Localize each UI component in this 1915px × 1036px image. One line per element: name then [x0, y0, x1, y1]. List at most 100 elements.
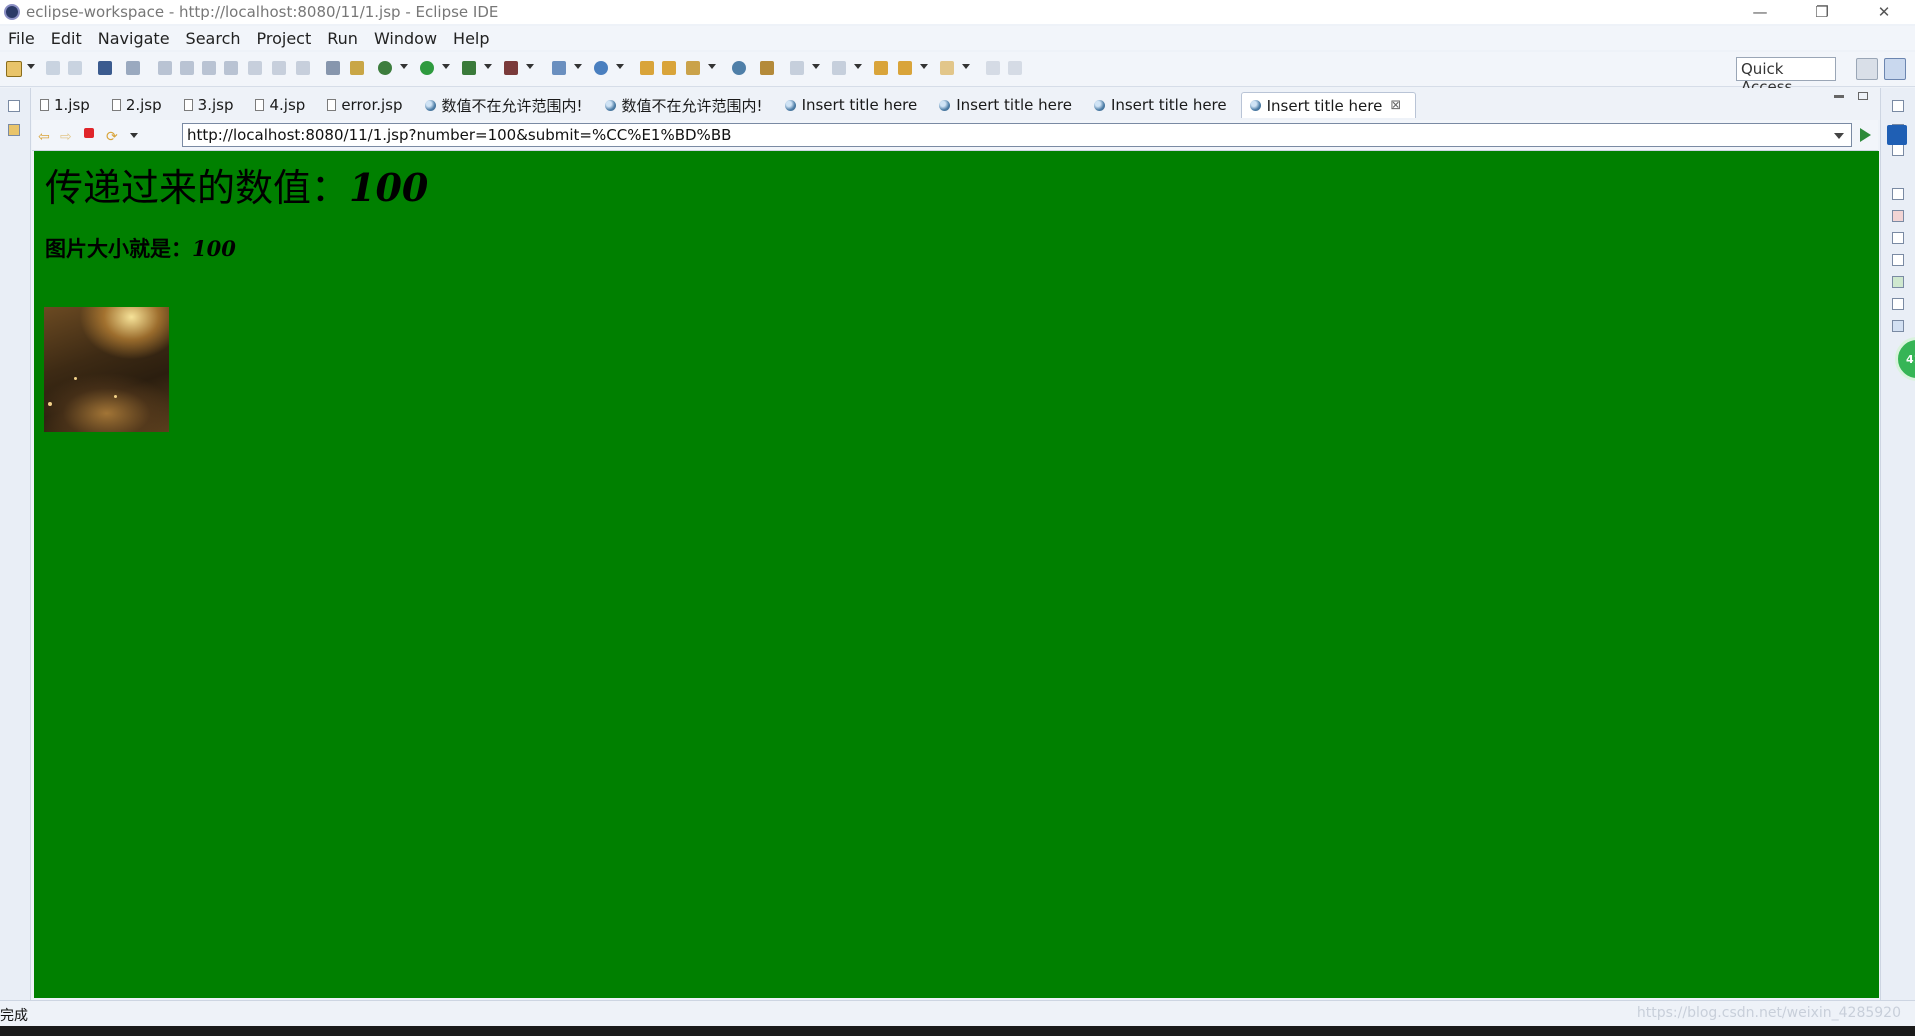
- web-browser-icon[interactable]: [732, 61, 746, 75]
- restore-view-icon[interactable]: [8, 100, 20, 112]
- new-class-dropdown-icon[interactable]: [616, 64, 624, 69]
- restore-right-view-icon[interactable]: [1892, 100, 1904, 112]
- menu-navigate[interactable]: Navigate: [90, 29, 178, 48]
- debug-icon[interactable]: [378, 61, 392, 75]
- browser-toolbar: ⇦ ⇨ ⟳: [32, 120, 1907, 151]
- search-tool-icon[interactable]: [686, 61, 700, 75]
- open-perspective-icon[interactable]: [1856, 58, 1878, 80]
- data-source-icon[interactable]: [1892, 276, 1904, 288]
- browser-refresh-icon[interactable]: ⟳: [106, 129, 118, 145]
- hierarchy-icon[interactable]: [350, 61, 364, 75]
- next-annotation-icon[interactable]: [790, 61, 804, 75]
- browser-forward-icon[interactable]: ⇨: [60, 129, 72, 145]
- open-type-icon[interactable]: [640, 61, 654, 75]
- suspend-icon[interactable]: [180, 61, 194, 75]
- maximize-editor-icon[interactable]: [1858, 92, 1868, 100]
- java-ee-perspective-icon[interactable]: [1884, 58, 1906, 80]
- pin-editor-icon[interactable]: [986, 61, 1000, 75]
- status-bar: 完成 https://blog.csdn.net/weixin_4285920: [0, 1000, 1915, 1027]
- tab-error-jsp[interactable]: error.jsp: [319, 92, 416, 118]
- right-trim-bar: [1880, 88, 1915, 1000]
- step-over-icon[interactable]: [272, 61, 286, 75]
- snippets-icon[interactable]: [1892, 298, 1904, 310]
- step-into-icon[interactable]: [248, 61, 262, 75]
- tab-label: Insert title here: [956, 96, 1072, 114]
- tab-label: error.jsp: [341, 96, 403, 114]
- coverage-dropdown-icon[interactable]: [484, 64, 492, 69]
- close-tab-icon[interactable]: ⊠: [1390, 98, 1401, 113]
- task-list-icon[interactable]: [1892, 144, 1904, 156]
- resume-icon[interactable]: [158, 61, 172, 75]
- new-server-icon[interactable]: [552, 61, 566, 75]
- window-controls: — ❐ ✕: [1729, 0, 1915, 24]
- debug-dropdown-icon[interactable]: [400, 64, 408, 69]
- prev-annotation-dropdown-icon[interactable]: [854, 64, 862, 69]
- minimize-editor-icon[interactable]: [1834, 95, 1844, 98]
- new-class-icon[interactable]: [594, 61, 608, 75]
- new-dropdown-icon[interactable]: [27, 64, 35, 69]
- tab-4-jsp[interactable]: 4.jsp: [247, 92, 319, 118]
- tab-browser-out-of-range-2[interactable]: 数值不在允许范围内!: [597, 92, 777, 118]
- menu-file[interactable]: File: [0, 29, 43, 48]
- menu-run[interactable]: Run: [319, 29, 366, 48]
- menu-project[interactable]: Project: [249, 29, 320, 48]
- tab-browser-insert-title-1[interactable]: Insert title here: [777, 92, 932, 118]
- external-browser-icon[interactable]: [1887, 125, 1907, 145]
- run-icon[interactable]: [420, 61, 434, 75]
- project-explorer-icon[interactable]: [8, 124, 20, 136]
- menu-search[interactable]: Search: [178, 29, 249, 48]
- search-tool-dropdown-icon[interactable]: [708, 64, 716, 69]
- globe-icon: [424, 99, 436, 111]
- back-dropdown-icon[interactable]: [920, 64, 928, 69]
- editor-tab-bar: 1.jsp 2.jsp 3.jsp 4.jsp error.jsp 数值不在允许…: [32, 88, 1878, 118]
- new-server-dropdown-icon[interactable]: [574, 64, 582, 69]
- minimize-button[interactable]: —: [1729, 0, 1791, 24]
- restore-button[interactable]: ❐: [1791, 0, 1853, 24]
- tab-1-jsp[interactable]: 1.jsp: [32, 92, 104, 118]
- tab-browser-insert-title-2[interactable]: Insert title here: [931, 92, 1086, 118]
- skip-breakpoints-icon[interactable]: [126, 61, 140, 75]
- redo-icon[interactable]: [1008, 61, 1022, 75]
- back-icon[interactable]: [898, 61, 912, 75]
- mark-occurrences-icon[interactable]: [760, 61, 774, 75]
- prev-annotation-icon[interactable]: [832, 61, 846, 75]
- run-dropdown-icon[interactable]: [442, 64, 450, 69]
- tab-3-jsp[interactable]: 3.jsp: [176, 92, 248, 118]
- tab-browser-out-of-range-1[interactable]: 数值不在允许范围内!: [417, 92, 597, 118]
- forward-dropdown-icon[interactable]: [962, 64, 970, 69]
- browser-back-icon[interactable]: ⇦: [38, 129, 50, 145]
- menu-window[interactable]: Window: [366, 29, 445, 48]
- go-button[interactable]: [1860, 128, 1871, 142]
- tab-browser-insert-title-active[interactable]: Insert title here ⊠: [1240, 92, 1417, 118]
- tab-2-jsp[interactable]: 2.jsp: [104, 92, 176, 118]
- browser-menu-dropdown-icon[interactable]: [130, 133, 138, 138]
- browser-stop-icon[interactable]: [84, 128, 94, 138]
- menu-help[interactable]: Help: [445, 29, 497, 48]
- url-input[interactable]: [182, 123, 1852, 147]
- quick-access-input[interactable]: Quick Access: [1736, 57, 1836, 96]
- restore-bottom-view-icon[interactable]: [1892, 188, 1904, 200]
- url-history-dropdown-icon[interactable]: [1834, 133, 1844, 139]
- menu-edit[interactable]: Edit: [43, 29, 90, 48]
- open-task-icon[interactable]: [662, 61, 676, 75]
- external-tools-dropdown-icon[interactable]: [526, 64, 534, 69]
- close-button[interactable]: ✕: [1853, 0, 1915, 24]
- tab-browser-insert-title-3[interactable]: Insert title here: [1086, 92, 1241, 118]
- save-all-icon[interactable]: [68, 61, 82, 75]
- disconnect-icon[interactable]: [224, 61, 238, 75]
- terminal-icon[interactable]: [98, 61, 112, 75]
- step-return-icon[interactable]: [296, 61, 310, 75]
- outline-icon[interactable]: [326, 61, 340, 75]
- new-icon[interactable]: [6, 61, 22, 77]
- save-icon[interactable]: [46, 61, 60, 75]
- next-annotation-dropdown-icon[interactable]: [812, 64, 820, 69]
- coverage-icon[interactable]: [462, 61, 476, 75]
- properties-icon[interactable]: [1892, 232, 1904, 244]
- forward-icon[interactable]: [940, 61, 954, 75]
- external-tools-icon[interactable]: [504, 61, 518, 75]
- markers-icon[interactable]: [1892, 210, 1904, 222]
- console-icon[interactable]: [1892, 320, 1904, 332]
- last-edit-icon[interactable]: [874, 61, 888, 75]
- servers-icon[interactable]: [1892, 254, 1904, 266]
- terminate-icon[interactable]: [202, 61, 216, 75]
